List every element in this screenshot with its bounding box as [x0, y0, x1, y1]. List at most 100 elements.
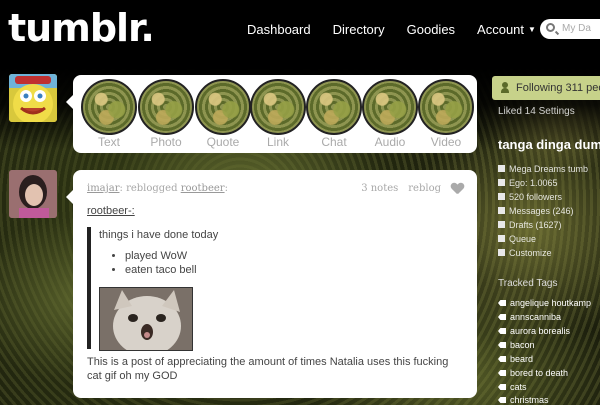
- nav-directory[interactable]: Directory: [333, 22, 385, 37]
- tag-label: cats: [510, 382, 527, 392]
- user-avatar[interactable]: [9, 74, 57, 122]
- reblog-button[interactable]: reblog: [408, 183, 441, 194]
- nav-goodies[interactable]: Goodies: [407, 22, 455, 37]
- photo-icon: [138, 79, 194, 135]
- quote-text: things i have done today: [99, 229, 219, 241]
- messages-icon: [498, 207, 505, 214]
- blog-item[interactable]: Messages (246): [498, 206, 574, 216]
- blog-item-label: Messages (246): [509, 206, 574, 216]
- star-icon: [498, 179, 505, 186]
- list-item: played WoW: [125, 249, 463, 263]
- top-nav: Dashboard Directory Goodies Account ▼: [247, 22, 558, 37]
- spongebob-avatar-image: [9, 74, 57, 122]
- post-type-link[interactable]: Link: [250, 79, 306, 149]
- post-type-label: Link: [266, 135, 289, 149]
- post-type-label: Video: [430, 135, 462, 149]
- post-type-bar: Text Photo Quote Link Chat Audio Video: [66, 75, 477, 153]
- nav-dashboard[interactable]: Dashboard: [247, 22, 311, 37]
- nav-account-label: Account: [477, 22, 525, 37]
- blog-item[interactable]: Customize: [498, 248, 552, 258]
- source-link[interactable]: rootbeer-:: [87, 205, 463, 217]
- blog-item[interactable]: 520 followers: [498, 192, 562, 202]
- colon: :: [224, 183, 228, 194]
- blog-name[interactable]: tanga dinga dum: [498, 137, 600, 152]
- blog-item-label: Drafts (1627): [509, 220, 562, 230]
- tag-label: bacon: [510, 340, 535, 350]
- page-icon: [498, 165, 505, 172]
- post-type-photo[interactable]: Photo: [138, 79, 194, 149]
- tag-icon: [498, 397, 506, 403]
- blog-item-label: Ego: 1.0065: [509, 178, 558, 188]
- post-type-label: Photo: [150, 135, 182, 149]
- blog-item-label: 520 followers: [509, 192, 563, 202]
- post-type-video[interactable]: Video: [418, 79, 474, 149]
- post-type-label: Quote: [206, 135, 240, 149]
- tag-icon: [498, 384, 506, 390]
- notes-count[interactable]: 3 notes: [361, 183, 398, 194]
- blog-item[interactable]: Ego: 1.0065: [498, 178, 558, 188]
- tag-icon: [498, 300, 506, 306]
- tag-label: bored to death: [510, 368, 569, 378]
- done-list: played WoW eaten taco bell: [125, 249, 463, 277]
- search-input[interactable]: My Da: [540, 19, 600, 39]
- tracked-tag[interactable]: cats: [498, 382, 527, 392]
- tag-icon: [498, 356, 506, 362]
- post-type-label: Text: [97, 135, 120, 149]
- video-icon: [418, 79, 474, 135]
- following-button[interactable]: Following 311 peo: [492, 76, 600, 100]
- post-type-label: Audio: [374, 135, 406, 149]
- blog-item-label: Customize: [509, 248, 552, 258]
- reblog-quote: things i have done today played WoW eate…: [87, 227, 463, 351]
- post-type-chat[interactable]: Chat: [306, 79, 362, 149]
- reblogged-text: reblogged: [126, 183, 178, 194]
- blog-item[interactable]: Mega Dreams tumb: [498, 164, 588, 174]
- post-header: imajar: reblogged rootbeer: 3 notes rebl…: [87, 183, 463, 201]
- blog-item[interactable]: Queue: [498, 234, 536, 244]
- post-controls: 3 notes reblog: [351, 183, 463, 194]
- tag-label: aurora borealis: [510, 326, 571, 336]
- tracked-tag[interactable]: bored to death: [498, 368, 568, 378]
- blog-item[interactable]: Drafts (1627): [498, 220, 562, 230]
- tracked-tag[interactable]: angelique houtkamp: [498, 298, 591, 308]
- heart-icon[interactable]: [451, 183, 463, 194]
- quote-icon: [195, 79, 251, 135]
- link-icon: [250, 79, 306, 135]
- tracked-tag[interactable]: beard: [498, 354, 533, 364]
- post-caption: This is a post of appreciating the amoun…: [87, 356, 449, 382]
- search-placeholder: My Da: [562, 23, 591, 34]
- queue-icon: [498, 235, 505, 242]
- followers-icon: [498, 193, 505, 200]
- tag-icon: [498, 314, 506, 320]
- tag-label: annscanniba: [510, 312, 562, 322]
- blog-item-label: Queue: [509, 234, 537, 244]
- tracked-tag[interactable]: christmas: [498, 395, 549, 405]
- cat-gif-image[interactable]: [99, 287, 193, 351]
- post-type-text[interactable]: Text: [81, 79, 137, 149]
- post-author-avatar[interactable]: [9, 170, 57, 218]
- tag-icon: [498, 342, 506, 348]
- reblogger-link[interactable]: imajar: [87, 183, 120, 194]
- user-icon: [501, 82, 509, 93]
- blog-item-label: Mega Dreams tumb: [509, 164, 589, 174]
- post-type-label: Chat: [321, 135, 347, 149]
- tag-icon: [498, 328, 506, 334]
- tracked-tag[interactable]: bacon: [498, 340, 535, 350]
- dashboard-post: imajar: reblogged rootbeer: 3 notes rebl…: [66, 170, 477, 398]
- tracked-tag[interactable]: annscanniba: [498, 312, 561, 322]
- tag-icon: [498, 370, 506, 376]
- post-type-audio[interactable]: Audio: [362, 79, 418, 149]
- post-type-quote[interactable]: Quote: [195, 79, 251, 149]
- following-label: Following 311 peo: [516, 82, 600, 94]
- nav-account[interactable]: Account ▼: [477, 22, 536, 37]
- tag-label: angelique houtkamp: [510, 298, 592, 308]
- search-icon: [546, 23, 555, 32]
- tumblr-logo[interactable]: tumblr.: [8, 6, 155, 50]
- liked-link[interactable]: Liked 14 Settings: [498, 106, 575, 117]
- tag-label: christmas: [510, 395, 549, 405]
- tag-label: beard: [510, 354, 534, 364]
- original-poster-link[interactable]: rootbeer: [181, 183, 225, 194]
- audio-icon: [362, 79, 418, 135]
- tracked-tag[interactable]: aurora borealis: [498, 326, 570, 336]
- tracked-tags-title: Tracked Tags: [498, 278, 558, 289]
- text-icon: [81, 79, 137, 135]
